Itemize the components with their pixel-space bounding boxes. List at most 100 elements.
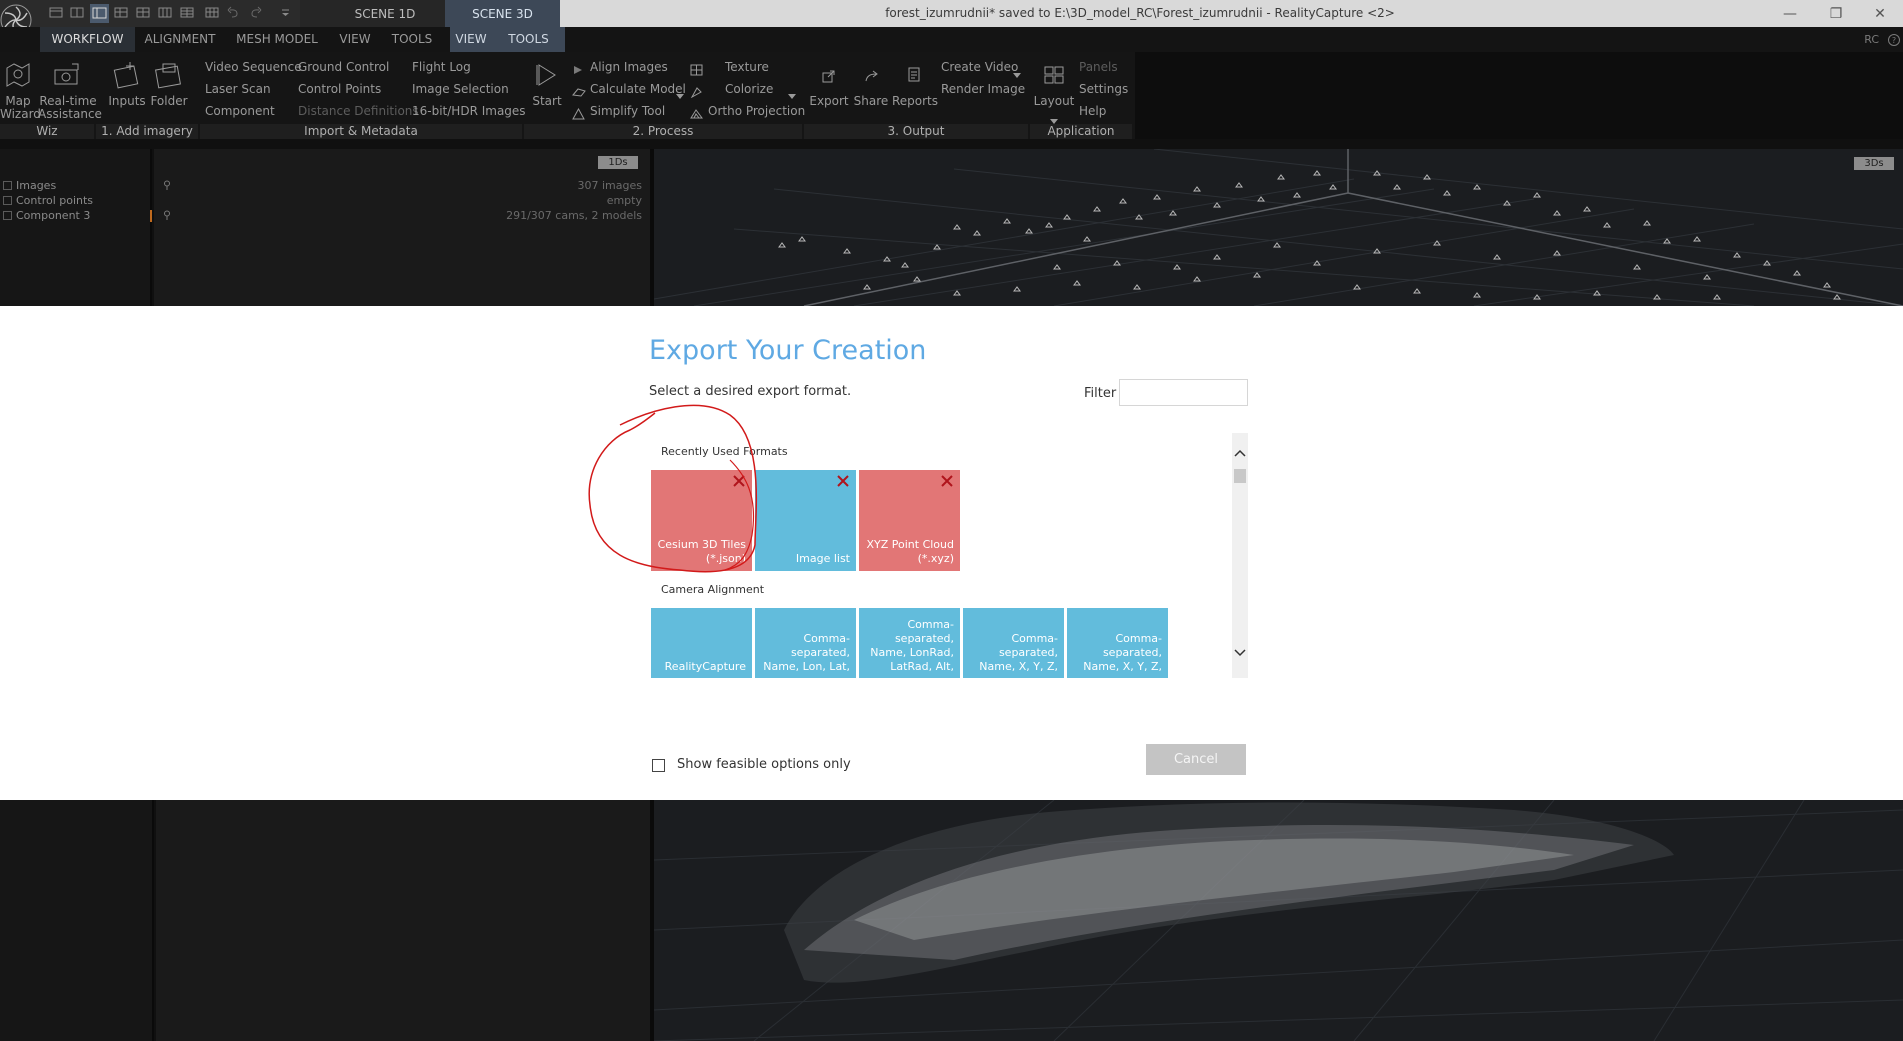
- format-tile-csv-name-lon-lat[interactable]: Comma- separated, Name, Lon, Lat,: [755, 608, 856, 678]
- inputs-icon[interactable]: [112, 60, 142, 94]
- tab-mesh-model[interactable]: MESH MODEL: [233, 27, 321, 52]
- panels-button[interactable]: Panels: [1079, 60, 1118, 74]
- tree-value-component-3: 291/307 cams, 2 models: [506, 209, 642, 222]
- close-icon[interactable]: ✕: [1857, 0, 1903, 27]
- format-tile-csv-name-lonrad-latrad[interactable]: Comma- separated, Name, LonRad, LatRad, …: [859, 608, 960, 678]
- expand-icon[interactable]: [3, 211, 12, 220]
- layout-8-icon[interactable]: [205, 6, 220, 19]
- tab-view-contextual[interactable]: VIEW: [450, 27, 492, 52]
- layout-6-icon[interactable]: [158, 6, 173, 19]
- tab-tools-contextual[interactable]: TOOLS: [492, 27, 565, 52]
- simplify-tool-button[interactable]: Simplify Tool: [590, 104, 665, 118]
- inputs-button[interactable]: Inputs: [106, 95, 148, 108]
- scrollbar-thumb[interactable]: [1234, 469, 1246, 483]
- help-button[interactable]: Help: [1079, 104, 1106, 118]
- undo-icon[interactable]: [226, 6, 241, 19]
- share-button[interactable]: Share: [850, 95, 892, 108]
- tab-tools[interactable]: TOOLS: [387, 27, 437, 52]
- folder-button[interactable]: Folder: [148, 95, 190, 108]
- laser-scan-button[interactable]: Laser Scan: [205, 82, 271, 96]
- start-button[interactable]: Start: [528, 95, 566, 108]
- 3d-viewport-top[interactable]: 3Ds: [654, 149, 1903, 306]
- video-sequence-button[interactable]: Video Sequence: [205, 60, 302, 74]
- colorize-button[interactable]: Colorize: [725, 82, 773, 96]
- export-button[interactable]: Export: [808, 95, 850, 108]
- ortho-projection-button[interactable]: Ortho Projection: [708, 104, 805, 118]
- show-feasible-label[interactable]: Show feasible options only: [677, 757, 851, 772]
- tree-item-control-points[interactable]: Control points: [0, 194, 93, 209]
- layout-button[interactable]: Layout: [1032, 95, 1076, 108]
- layout-5-icon[interactable]: [136, 6, 151, 19]
- remove-recent-icon[interactable]: [732, 474, 746, 488]
- component-button[interactable]: Component: [205, 104, 275, 118]
- tab-3ds[interactable]: 3Ds: [1854, 157, 1894, 170]
- expand-icon[interactable]: [3, 181, 12, 190]
- cancel-button[interactable]: Cancel: [1146, 744, 1246, 775]
- 16bit-hdr-images-button[interactable]: 16-bit/HDR Images: [412, 104, 526, 118]
- control-points-button[interactable]: Control Points: [298, 82, 381, 96]
- chevron-down-icon[interactable]: [1234, 648, 1246, 658]
- project-tree-panel: Images Control points Component 3: [0, 149, 152, 306]
- calculate-model-button[interactable]: Calculate Model: [590, 82, 686, 96]
- 3d-viewport-bottom[interactable]: [654, 800, 1903, 1041]
- format-tile-csv-name-xyz[interactable]: Comma- separated, Name, X, Y, Z,: [963, 608, 1064, 678]
- format-tile-realitycapture[interactable]: RealityCapture: [651, 608, 752, 678]
- settings-button[interactable]: Settings: [1079, 82, 1128, 96]
- minimize-icon[interactable]: —: [1767, 0, 1813, 27]
- format-tile-xyz-point-cloud[interactable]: XYZ Point Cloud (*.xyz): [859, 470, 960, 571]
- map-wizard-icon[interactable]: [4, 60, 32, 92]
- pin-icon[interactable]: [163, 210, 171, 220]
- align-images-button[interactable]: Align Images: [590, 60, 668, 74]
- colorize-dropdown-icon[interactable]: [788, 85, 796, 104]
- flight-log-button[interactable]: Flight Log: [412, 60, 471, 74]
- layout-3-icon[interactable]: [90, 4, 109, 23]
- tab-workflow[interactable]: WORKFLOW: [40, 27, 135, 52]
- image-selection-button[interactable]: Image Selection: [412, 82, 509, 96]
- reports-button[interactable]: Reports: [890, 95, 940, 108]
- help-circle-icon[interactable]: ?: [1887, 32, 1901, 51]
- start-icon[interactable]: [535, 62, 559, 92]
- redo-icon[interactable]: [248, 6, 263, 19]
- calculate-model-dropdown-icon[interactable]: [676, 85, 684, 104]
- render-image-button[interactable]: Render Image: [941, 82, 1025, 96]
- realtime-assistance-button[interactable]: Real-time Assistance: [38, 95, 102, 121]
- realtime-assistance-icon[interactable]: [52, 62, 82, 92]
- ribbon-group-add-imagery: 1. Add imagery: [96, 124, 198, 139]
- maximize-icon[interactable]: ❐: [1813, 0, 1859, 27]
- tree-item-images[interactable]: Images: [0, 179, 56, 194]
- layout-icon[interactable]: [1044, 66, 1064, 88]
- formats-scrollbar[interactable]: [1232, 433, 1248, 678]
- folder-icon[interactable]: [154, 60, 184, 94]
- create-video-button[interactable]: Create Video: [941, 60, 1018, 74]
- tab-alignment[interactable]: ALIGNMENT: [140, 27, 220, 52]
- format-tile-csv-name-xyz-2[interactable]: Comma- separated, Name, X, Y, Z,: [1067, 608, 1168, 678]
- pin-icon[interactable]: [163, 180, 171, 190]
- texture-button[interactable]: Texture: [725, 60, 769, 74]
- show-feasible-checkbox[interactable]: [652, 759, 665, 772]
- tab-view[interactable]: VIEW: [335, 27, 375, 52]
- layout-4-icon[interactable]: [114, 6, 129, 19]
- distance-definitions-button[interactable]: Distance Definitions: [298, 104, 419, 118]
- filter-input[interactable]: [1119, 379, 1248, 406]
- reports-icon[interactable]: [908, 67, 920, 86]
- quick-new-icon[interactable]: [49, 6, 64, 19]
- export-icon[interactable]: [822, 68, 836, 87]
- remove-recent-icon[interactable]: [836, 474, 850, 488]
- map-wizard-button[interactable]: Map Wizard: [0, 95, 41, 121]
- share-icon[interactable]: [864, 68, 880, 87]
- tab-scene-3d[interactable]: SCENE 3D: [445, 0, 560, 27]
- expand-icon[interactable]: [3, 196, 12, 205]
- tree-item-component-3[interactable]: Component 3: [0, 209, 90, 224]
- layout-7-icon[interactable]: [180, 6, 195, 19]
- quick-access-dropdown-icon[interactable]: [278, 6, 293, 19]
- tab-1ds[interactable]: 1Ds: [598, 156, 638, 169]
- layout-2-icon[interactable]: [70, 6, 85, 19]
- format-tile-cesium-3d-tiles[interactable]: Cesium 3D Tiles (*.json): [651, 470, 752, 571]
- create-video-dropdown-icon[interactable]: [1013, 64, 1021, 83]
- remove-recent-icon[interactable]: [940, 474, 954, 488]
- tree-item-label: Images: [16, 179, 57, 192]
- format-tile-label: Comma- separated, Name, X, Y, Z,: [1083, 632, 1162, 673]
- ground-control-button[interactable]: Ground Control: [298, 60, 389, 74]
- format-tile-image-list[interactable]: Image list: [755, 470, 856, 571]
- chevron-up-icon[interactable]: [1234, 448, 1246, 458]
